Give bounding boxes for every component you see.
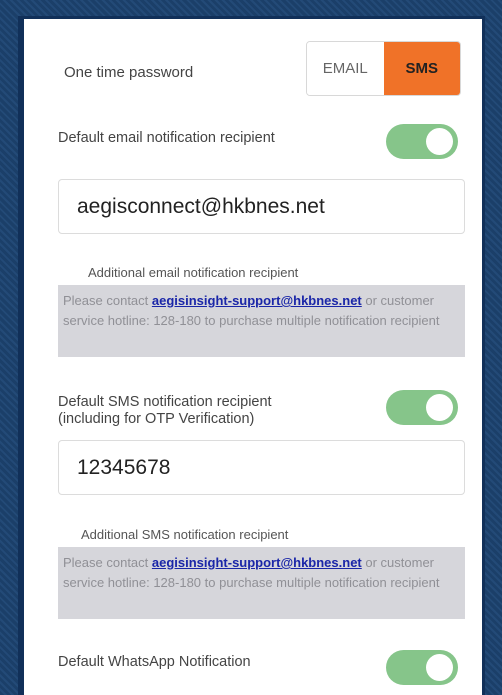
- support-email-link[interactable]: aegisinsight-support@hkbnes.net: [152, 293, 362, 308]
- additional-email-note: Please contact aegisinsight-support@hkbn…: [58, 285, 465, 357]
- default-sms-label-line1: Default SMS notification recipient: [58, 394, 272, 410]
- support-email-link[interactable]: aegisinsight-support@hkbnes.net: [152, 555, 362, 570]
- toggle-knob: [426, 654, 453, 681]
- otp-option-email[interactable]: EMAIL: [307, 42, 384, 95]
- otp-method-selector: EMAIL SMS: [306, 41, 461, 96]
- default-sms-label: Default SMS notification recipient (incl…: [58, 394, 272, 428]
- default-email-label: Default email notification recipient: [58, 130, 275, 146]
- note-prefix: Please contact: [63, 293, 152, 308]
- default-whatsapp-toggle[interactable]: [386, 650, 458, 685]
- default-sms-input[interactable]: 12345678: [58, 440, 465, 495]
- default-whatsapp-label: Default WhatsApp Notification: [58, 654, 251, 670]
- toggle-knob: [426, 394, 453, 421]
- otp-label: One time password: [64, 64, 194, 81]
- additional-sms-note: Please contact aegisinsight-support@hkbn…: [58, 547, 465, 619]
- toggle-knob: [426, 128, 453, 155]
- default-sms-label-line2: (including for OTP Verification): [58, 411, 255, 427]
- default-email-toggle[interactable]: [386, 124, 458, 159]
- default-sms-toggle[interactable]: [386, 390, 458, 425]
- default-email-input[interactable]: aegisconnect@hkbnes.net: [58, 179, 465, 234]
- notification-settings-panel: One time password EMAIL SMS Default emai…: [18, 16, 485, 695]
- additional-sms-label: Additional SMS notification recipient: [81, 527, 289, 542]
- otp-option-sms[interactable]: SMS: [383, 42, 460, 95]
- additional-email-label: Additional email notification recipient: [88, 265, 299, 280]
- note-prefix: Please contact: [63, 555, 152, 570]
